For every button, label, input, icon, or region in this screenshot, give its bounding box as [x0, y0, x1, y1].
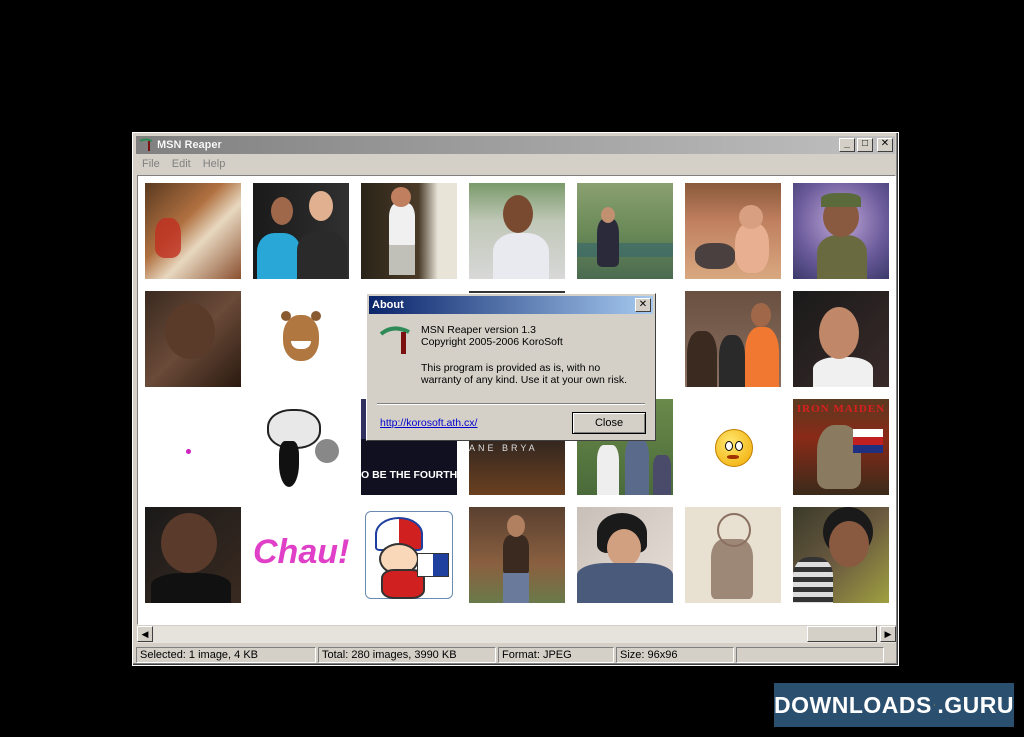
thumbnail[interactable] — [685, 183, 781, 279]
thumbnail-caption: O BE THE FOURTH — [361, 469, 457, 481]
about-version: MSN Reaper version 1.3 — [421, 324, 536, 336]
status-selected: Selected: 1 image, 4 KB — [136, 647, 316, 663]
thumbnail[interactable] — [145, 183, 241, 279]
thumbnail[interactable] — [145, 507, 241, 603]
menu-help[interactable]: Help — [197, 158, 232, 170]
scroll-right-icon[interactable]: ▶ — [880, 626, 896, 642]
thumbnail[interactable] — [253, 291, 349, 387]
window-title: MSN Reaper — [157, 139, 222, 151]
thumbnail[interactable] — [685, 507, 781, 603]
maximize-button[interactable]: □ — [857, 138, 873, 152]
about-disclaimer-1: This program is provided as is, with no — [421, 362, 601, 374]
thumbnail[interactable] — [685, 399, 781, 495]
about-close-button[interactable]: Close — [572, 412, 646, 434]
horizontal-scrollbar[interactable]: ◀ ▶ — [137, 626, 896, 643]
status-extra — [736, 647, 884, 663]
thumbnail[interactable] — [145, 399, 241, 495]
thumbnail[interactable] — [469, 183, 565, 279]
thumbnail[interactable] — [685, 291, 781, 387]
close-button[interactable]: ✕ — [877, 138, 893, 152]
about-text: MSN Reaper version 1.3 Copyright 2005-20… — [421, 324, 627, 400]
scroll-thumb[interactable] — [807, 626, 877, 642]
thumbnail[interactable] — [793, 291, 889, 387]
scythe-icon — [379, 326, 410, 354]
thumbnail-caption: ANE BRYA — [469, 443, 538, 453]
menu-edit[interactable]: Edit — [166, 158, 197, 170]
thumbnail[interactable] — [577, 183, 673, 279]
thumbnail[interactable] — [145, 291, 241, 387]
download-arrow-icon — [933, 704, 936, 706]
thumbnail-caption: IRON MAIDEN — [796, 403, 886, 415]
scythe-icon — [139, 138, 153, 151]
scroll-left-icon[interactable]: ◀ — [137, 626, 153, 642]
status-format: Format: JPEG — [498, 647, 614, 663]
status-size: Size: 96x96 — [616, 647, 734, 663]
minimize-button[interactable]: _ — [839, 138, 855, 152]
menu-bar: File Edit Help — [136, 155, 231, 173]
downloads-guru-logo[interactable]: DOWNLOADS .GURU — [774, 683, 1014, 727]
thumbnail[interactable] — [253, 399, 349, 495]
about-dialog: About ✕ MSN Reaper version 1.3 Copyright… — [366, 293, 656, 441]
chau-text: Chau! — [253, 533, 349, 571]
thumbnail[interactable] — [793, 507, 889, 603]
thumbnail[interactable] — [361, 183, 457, 279]
badge-text: DOWNLOADS — [774, 691, 932, 718]
about-disclaimer-2: warranty of any kind. Use it at your own… — [421, 374, 627, 386]
about-close-icon[interactable]: ✕ — [635, 298, 651, 312]
about-title-bar[interactable]: About ✕ — [369, 296, 653, 314]
thumbnail[interactable] — [577, 507, 673, 603]
menu-file[interactable]: File — [136, 158, 166, 170]
thumbnail[interactable]: Chau! — [253, 507, 349, 603]
thumbnail[interactable] — [469, 507, 565, 603]
title-bar[interactable]: MSN Reaper _ □ ✕ — [136, 136, 895, 154]
about-copyright: Copyright 2005-2006 KoroSoft — [421, 336, 563, 348]
thumbnail[interactable] — [793, 183, 889, 279]
about-title: About — [372, 299, 404, 311]
status-bar: Selected: 1 image, 4 KB Total: 280 image… — [136, 647, 895, 664]
badge-suffix: .GURU — [937, 691, 1014, 718]
thumbnail[interactable] — [361, 507, 457, 603]
about-separator — [377, 403, 645, 405]
status-total: Total: 280 images, 3990 KB — [318, 647, 496, 663]
thumbnail[interactable]: IRON MAIDEN — [793, 399, 889, 495]
thumbnail[interactable] — [253, 183, 349, 279]
about-website-link[interactable]: http://korosoft.ath.cx/ — [380, 417, 477, 429]
